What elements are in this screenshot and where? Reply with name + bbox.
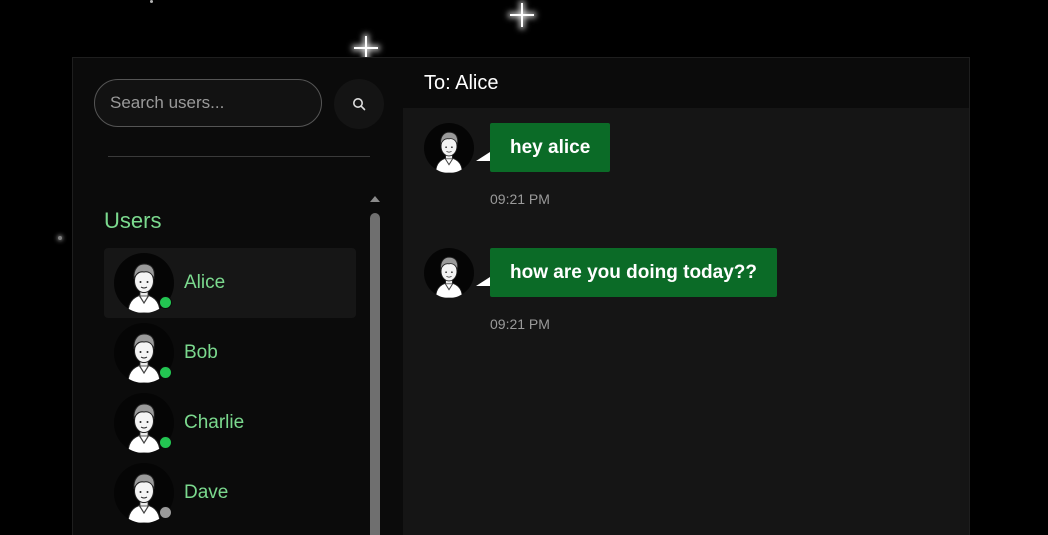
avatar xyxy=(114,323,174,383)
scroll-thumb[interactable] xyxy=(370,213,380,535)
user-avatar-icon xyxy=(424,248,474,298)
bubble-tail xyxy=(476,152,490,161)
user-item-bob[interactable]: Bob xyxy=(104,318,356,388)
user-list-scrollbar[interactable] xyxy=(369,196,381,535)
status-indicator xyxy=(159,506,172,519)
user-avatar-icon xyxy=(424,123,474,173)
user-name: Charlie xyxy=(184,412,245,433)
avatar xyxy=(114,253,174,313)
chat-recipient: To: Alice xyxy=(424,71,499,94)
user-item-charlie[interactable]: Charlie xyxy=(104,388,356,458)
message-timestamp: 09:21 PM xyxy=(490,316,550,332)
user-list: Alice Bob Charlie Dave xyxy=(104,248,356,528)
divider xyxy=(108,156,370,157)
scroll-up-arrow-icon[interactable] xyxy=(370,196,380,202)
message-bubble: hey alice xyxy=(490,123,611,172)
user-name: Bob xyxy=(184,342,218,363)
search-input[interactable] xyxy=(94,79,322,127)
sidebar: Users Alice Bob xyxy=(73,58,403,535)
chat-panel: To: Alice hey alice 09:21 PM how are you… xyxy=(403,58,969,535)
status-indicator xyxy=(159,296,172,309)
search-button[interactable] xyxy=(334,79,384,129)
user-item-alice[interactable]: Alice xyxy=(104,248,356,318)
search-icon xyxy=(353,98,366,111)
status-indicator xyxy=(159,436,172,449)
message-timestamp: 09:21 PM xyxy=(490,191,550,207)
users-heading: Users xyxy=(104,208,162,233)
avatar xyxy=(114,463,174,523)
user-item-dave[interactable]: Dave xyxy=(104,458,356,528)
bubble-tail xyxy=(476,277,490,286)
message-bubble: how are you doing today?? xyxy=(490,248,777,297)
avatar xyxy=(114,393,174,453)
status-indicator xyxy=(159,366,172,379)
sparkle-star xyxy=(510,3,534,27)
user-name: Dave xyxy=(184,482,229,503)
star xyxy=(150,0,153,3)
star xyxy=(58,236,62,240)
chat-header: To: Alice xyxy=(403,58,969,108)
user-name: Alice xyxy=(184,272,226,293)
chat-app: Users Alice Bob xyxy=(72,57,970,535)
